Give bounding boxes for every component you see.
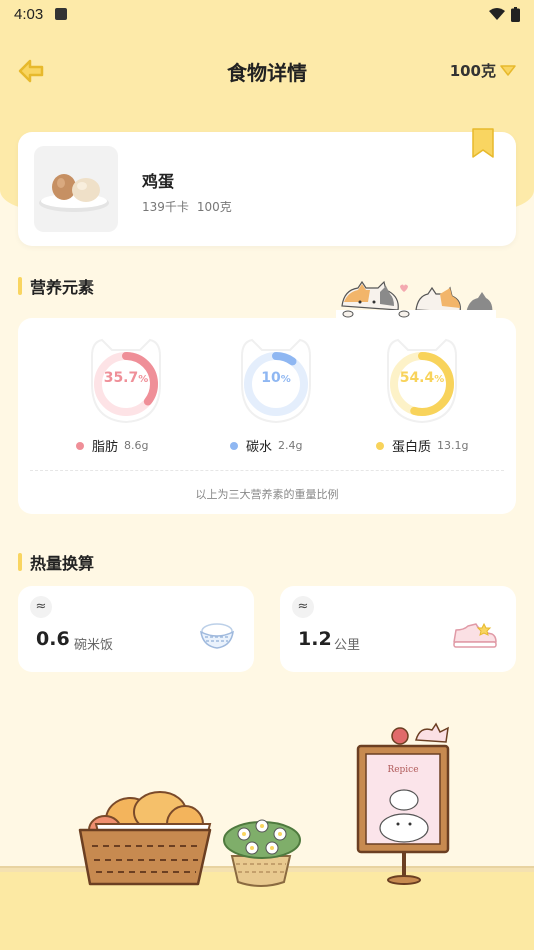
nutrient-percent: 35.7%	[103, 370, 149, 386]
food-weight: 100克	[196, 200, 232, 214]
sim-icon	[55, 8, 68, 20]
title-accent-bar	[18, 553, 22, 571]
weight-value: 100克	[449, 62, 496, 80]
nutrient-legend: 脂肪 8.6g	[76, 436, 149, 455]
legend-dot	[76, 441, 84, 450]
battery-icon	[511, 6, 520, 22]
nutrient-amount: 8.6g	[124, 439, 149, 452]
conversion-card-distance[interactable]: ≈ 1.2 公里	[280, 586, 516, 672]
legend-dot	[230, 441, 238, 450]
food-image	[34, 146, 118, 232]
title-accent-bar	[18, 277, 22, 295]
nutrient-legend: 蛋白质 13.1g	[376, 436, 469, 455]
wifi-icon	[489, 8, 505, 20]
nutrition-section-title: 营养元素	[18, 274, 94, 298]
nutrient-name: 碳水	[246, 440, 273, 455]
nutrient-amount: 2.4g	[278, 439, 303, 452]
page-title: 食物详情	[227, 60, 307, 85]
bakery-scene-illustration: Repice	[78, 722, 450, 887]
rice-bowl-icon	[200, 623, 234, 649]
conversion-card-rice[interactable]: ≈ 0.6 碗米饭	[18, 586, 254, 672]
legend-dot	[376, 441, 384, 450]
weight-selector[interactable]: 100克	[450, 60, 516, 81]
arrow-left-icon	[18, 59, 44, 83]
nutrient-ring: 54.4%	[382, 338, 462, 424]
food-summary: 139千卡 100克	[142, 198, 232, 215]
nutrient-ring: 35.7%	[86, 338, 166, 424]
cats-illustration	[336, 280, 496, 322]
nutrient-legend: 碳水 2.4g	[230, 436, 303, 455]
nutrition-note: 以上为三大营养素的重量比例	[195, 488, 339, 501]
nutrient-name: 蛋白质	[392, 440, 432, 455]
bookmark-icon[interactable]	[472, 128, 494, 158]
conversion-value: 0.6	[36, 628, 70, 650]
back-button[interactable]	[16, 56, 46, 86]
divider	[30, 470, 504, 471]
approx-icon: ≈	[30, 596, 52, 618]
nutrient-amount: 13.1g	[437, 439, 469, 452]
top-nav: 食物详情 100克	[0, 46, 534, 96]
nutrient-ring: 10%	[236, 338, 316, 424]
nutrition-card: 35.7% 脂肪 8.6g 10% 碳水 2.4g 54.4% 蛋白质 13.1g 以上为三大营…	[18, 318, 516, 514]
sneaker-icon	[453, 622, 497, 648]
sign-text: Repice	[387, 765, 418, 775]
nutrient-name: 脂肪	[92, 440, 119, 455]
nutrient-percent: 10%	[261, 370, 291, 386]
food-card: 鸡蛋 139千卡 100克	[18, 128, 516, 246]
food-calories: 139千卡	[142, 200, 189, 214]
conversion-value: 1.2	[298, 628, 332, 650]
conversion-unit: 公里	[334, 638, 361, 653]
nutrient-percent: 54.4%	[399, 370, 445, 386]
food-name: 鸡蛋	[142, 172, 175, 191]
status-time: 4:03	[14, 5, 44, 23]
status-bar: 4:03	[0, 0, 534, 28]
approx-icon: ≈	[292, 596, 314, 618]
conversion-unit: 碗米饭	[74, 638, 114, 653]
chevron-down-icon	[500, 64, 516, 76]
conversion-section-title: 热量换算	[18, 550, 94, 574]
